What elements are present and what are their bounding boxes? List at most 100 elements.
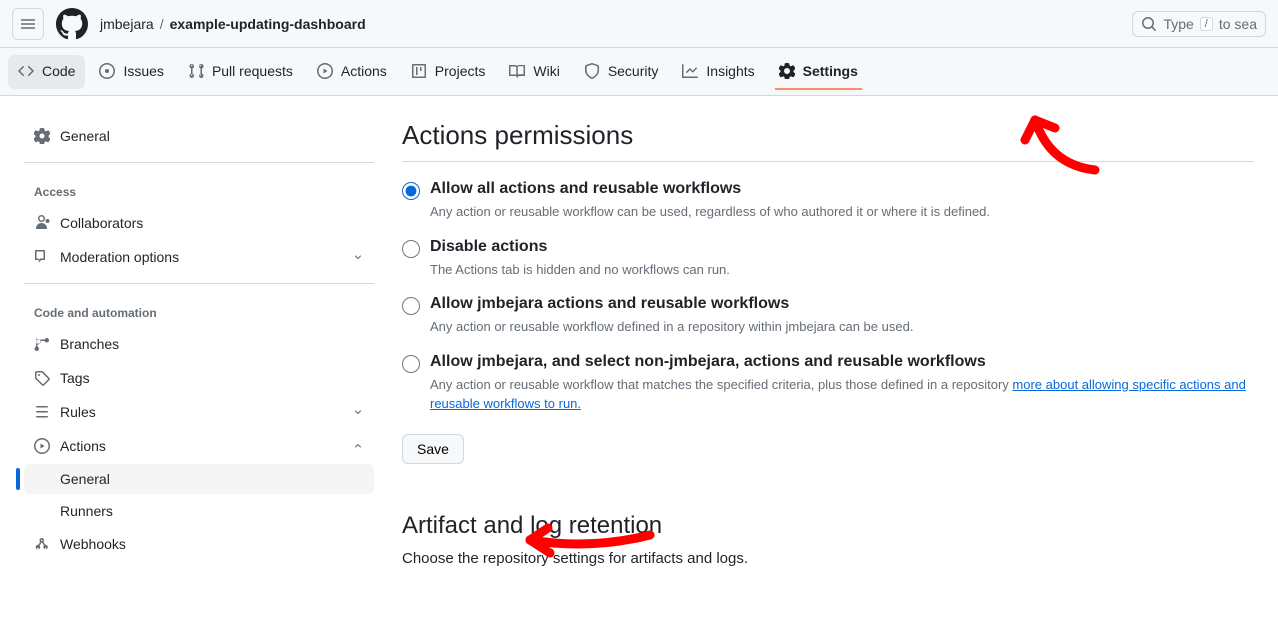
- page-header: jmbejara / example-updating-dashboard Ty…: [0, 0, 1278, 48]
- sidebar-item-tags[interactable]: Tags: [24, 362, 374, 394]
- breadcrumb-separator: /: [160, 16, 164, 32]
- chevron-up-icon: [352, 440, 364, 452]
- security-icon: [584, 63, 600, 79]
- tab-insights-label: Insights: [706, 63, 754, 79]
- tab-projects-label: Projects: [435, 63, 486, 79]
- moderation-icon: [34, 249, 50, 265]
- webhook-icon: [34, 536, 50, 552]
- radio-label[interactable]: Allow all actions and reusable workflows: [430, 180, 1254, 198]
- main-content: Actions permissions Allow all actions an…: [390, 120, 1278, 567]
- tab-actions[interactable]: Actions: [307, 55, 397, 89]
- sidebar-section-code: Code and automation: [24, 288, 374, 328]
- page-title: Actions permissions: [402, 120, 1254, 151]
- radio-label[interactable]: Allow jmbejara actions and reusable work…: [430, 295, 1254, 313]
- sidebar-item-moderation[interactable]: Moderation options: [24, 241, 374, 273]
- tab-issues[interactable]: Issues: [89, 55, 173, 89]
- divider: [24, 162, 374, 163]
- radio-description-text: Any action or reusable workflow that mat…: [430, 377, 1012, 392]
- github-logo-icon[interactable]: [56, 8, 88, 40]
- search-input[interactable]: Type / to sea: [1132, 11, 1266, 37]
- radio-description: Any action or reusable workflow defined …: [430, 317, 1254, 337]
- sidebar-item-actions[interactable]: Actions: [24, 430, 374, 462]
- section-title-artifact: Artifact and log retention: [402, 512, 1254, 540]
- radio-option-allow-all: Allow all actions and reusable workflows…: [402, 180, 1254, 222]
- settings-icon: [779, 63, 795, 79]
- rules-icon: [34, 404, 50, 420]
- sidebar-item-label: Collaborators: [60, 215, 143, 231]
- divider: [24, 283, 374, 284]
- search-icon: [1141, 16, 1157, 32]
- people-icon: [34, 215, 50, 231]
- hamburger-icon: [20, 16, 36, 32]
- radio-option-allow-select: Allow jmbejara, and select non-jmbejara,…: [402, 353, 1254, 414]
- sidebar-section-access: Access: [24, 167, 374, 207]
- radio-label[interactable]: Allow jmbejara, and select non-jmbejara,…: [430, 353, 1254, 371]
- radio-label[interactable]: Disable actions: [430, 238, 1254, 256]
- actions-icon: [317, 63, 333, 79]
- chevron-down-icon: [352, 406, 364, 418]
- repo-nav: Code Issues Pull requests Actions Projec…: [0, 48, 1278, 96]
- sidebar-item-label: Branches: [60, 336, 119, 352]
- breadcrumb-owner[interactable]: jmbejara: [100, 16, 154, 32]
- projects-icon: [411, 63, 427, 79]
- sidebar-subitem-actions-general[interactable]: General: [24, 464, 374, 494]
- pulls-icon: [188, 63, 204, 79]
- sidebar-item-label: General: [60, 128, 110, 144]
- tab-code[interactable]: Code: [8, 55, 85, 89]
- search-suffix-text: to sea: [1219, 16, 1257, 32]
- hamburger-menu-button[interactable]: [12, 8, 44, 40]
- search-placeholder-text: Type: [1163, 16, 1193, 32]
- permissions-radio-group: Allow all actions and reusable workflows…: [402, 180, 1254, 414]
- settings-sidebar: General Access Collaborators Moderation …: [0, 120, 390, 567]
- radio-option-disable: Disable actions The Actions tab is hidde…: [402, 238, 1254, 280]
- sidebar-item-webhooks[interactable]: Webhooks: [24, 528, 374, 560]
- settings-layout: General Access Collaborators Moderation …: [0, 96, 1278, 567]
- code-icon: [18, 63, 34, 79]
- sidebar-subitem-label: General: [60, 471, 110, 487]
- tab-code-label: Code: [42, 63, 75, 79]
- wiki-icon: [509, 63, 525, 79]
- sidebar-item-label: Actions: [60, 438, 106, 454]
- sidebar-item-branches[interactable]: Branches: [24, 328, 374, 360]
- tag-icon: [34, 370, 50, 386]
- tab-settings-label: Settings: [803, 63, 858, 79]
- radio-disable[interactable]: [402, 240, 420, 258]
- radio-allow-all[interactable]: [402, 182, 420, 200]
- radio-description: Any action or reusable workflow can be u…: [430, 202, 1254, 222]
- sidebar-subitem-actions-runners[interactable]: Runners: [24, 496, 374, 526]
- chevron-down-icon: [352, 251, 364, 263]
- radio-description: Any action or reusable workflow that mat…: [430, 375, 1254, 414]
- tab-pulls[interactable]: Pull requests: [178, 55, 303, 89]
- sidebar-subitem-label: Runners: [60, 503, 113, 519]
- tab-wiki[interactable]: Wiki: [499, 55, 569, 89]
- tab-security-label: Security: [608, 63, 659, 79]
- tab-security[interactable]: Security: [574, 55, 669, 89]
- radio-option-allow-owner: Allow jmbejara actions and reusable work…: [402, 295, 1254, 337]
- sidebar-item-general[interactable]: General: [24, 120, 374, 152]
- tab-settings[interactable]: Settings: [769, 55, 868, 89]
- sidebar-item-collaborators[interactable]: Collaborators: [24, 207, 374, 239]
- branch-icon: [34, 336, 50, 352]
- tab-wiki-label: Wiki: [533, 63, 559, 79]
- sidebar-item-label: Rules: [60, 404, 96, 420]
- divider: [402, 161, 1254, 162]
- tab-pulls-label: Pull requests: [212, 63, 293, 79]
- radio-description: The Actions tab is hidden and no workflo…: [430, 260, 1254, 280]
- breadcrumb-repo[interactable]: example-updating-dashboard: [170, 16, 366, 32]
- sidebar-item-rules[interactable]: Rules: [24, 396, 374, 428]
- tab-actions-label: Actions: [341, 63, 387, 79]
- breadcrumb: jmbejara / example-updating-dashboard: [100, 16, 366, 32]
- sidebar-item-label: Webhooks: [60, 536, 126, 552]
- actions-play-icon: [34, 438, 50, 454]
- insights-icon: [682, 63, 698, 79]
- search-kbd: /: [1200, 17, 1213, 31]
- radio-allow-select[interactable]: [402, 355, 420, 373]
- tab-issues-label: Issues: [123, 63, 163, 79]
- tab-projects[interactable]: Projects: [401, 55, 496, 89]
- radio-allow-owner[interactable]: [402, 297, 420, 315]
- sidebar-item-label: Tags: [60, 370, 90, 386]
- section-description: Choose the repository settings for artif…: [402, 550, 1254, 567]
- tab-insights[interactable]: Insights: [672, 55, 764, 89]
- save-button[interactable]: Save: [402, 434, 464, 464]
- issues-icon: [99, 63, 115, 79]
